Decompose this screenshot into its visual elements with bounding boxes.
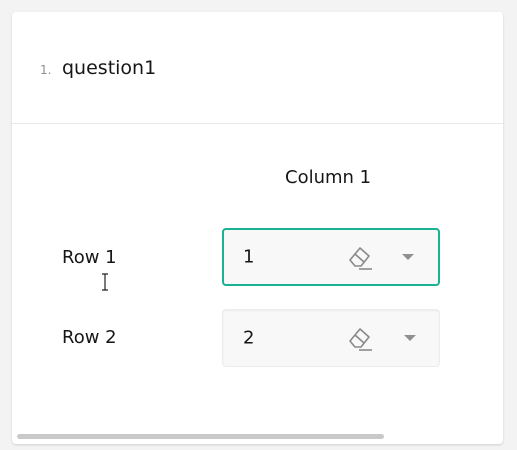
row-2-dropdown[interactable]: 2 — [222, 309, 440, 367]
eraser-icon[interactable] — [344, 242, 374, 272]
horizontal-scrollbar[interactable] — [17, 434, 384, 439]
column-header: Column 1 — [285, 167, 372, 188]
text-cursor-icon — [100, 273, 110, 291]
question-number: 1. — [40, 63, 52, 77]
question-title: question1 — [62, 57, 157, 79]
row-label-1: Row 1 — [62, 247, 117, 268]
row-1-dropdown[interactable]: 1 — [222, 228, 440, 286]
question-card: 1. question1 Column 1 Row 1 1 Row 2 2 — [12, 12, 503, 444]
chevron-down-icon[interactable] — [404, 335, 416, 341]
eraser-icon[interactable] — [344, 323, 374, 353]
dropdown-value: 1 — [243, 246, 255, 268]
dropdown-value: 2 — [243, 327, 255, 349]
chevron-down-icon[interactable] — [402, 254, 414, 260]
question-header: 1. question1 — [12, 12, 503, 124]
row-label-2: Row 2 — [62, 327, 117, 348]
